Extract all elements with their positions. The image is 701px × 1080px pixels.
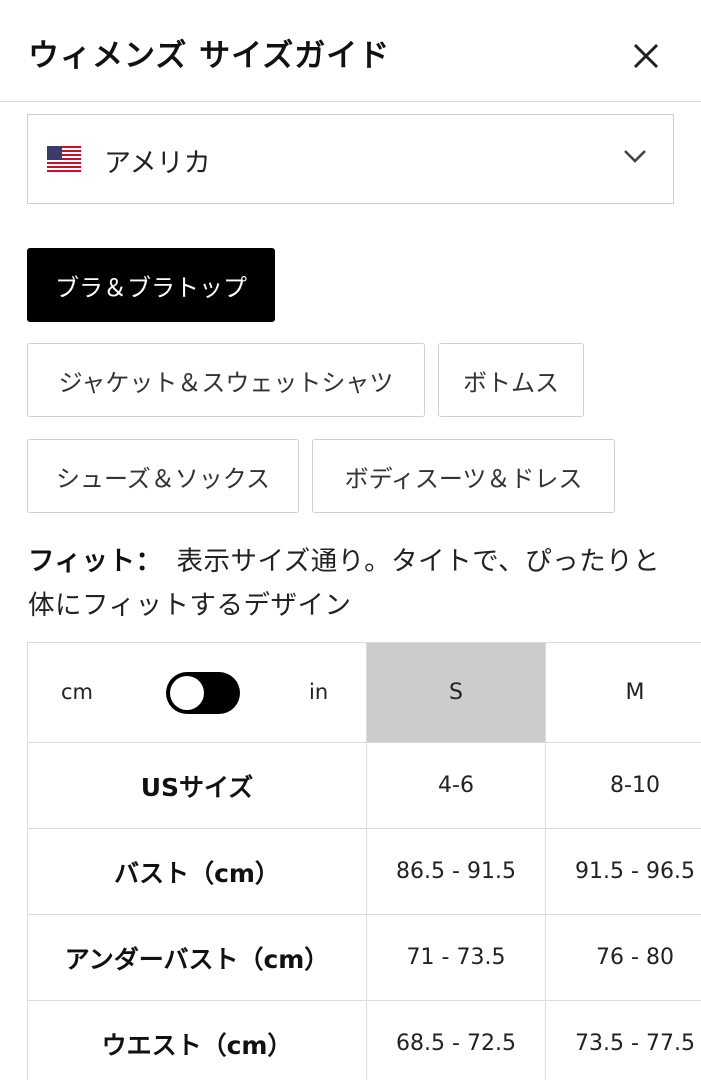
size-header-m[interactable]: M <box>546 643 701 743</box>
row-label-bust: バスト（cm） <box>28 829 367 915</box>
fit-description: フィット： 表示サイズ通り。タイトで、ぴったりと体にフィットするデザイン <box>28 540 678 628</box>
row-label-us-size: USサイズ <box>28 743 367 829</box>
close-button[interactable] <box>626 36 666 76</box>
page-title: ウィメンズ サイズガイド <box>28 38 391 74</box>
table-cell: 91.5 - 96.5 <box>546 829 701 915</box>
size-table: cm in S M USサイズ 4-6 8-10 バスト（cm） 86.5 - … <box>27 642 701 1080</box>
table-cell: 71 - 73.5 <box>367 915 546 1001</box>
category-bodysuit-button[interactable]: ボディスーツ＆ドレス <box>312 439 615 513</box>
table-cell: 8-10 <box>546 743 701 829</box>
table-cell: 68.5 - 72.5 <box>367 1001 546 1080</box>
size-header-s[interactable]: S <box>367 643 546 743</box>
category-bra-button[interactable]: ブラ＆ブラトップ <box>27 248 275 322</box>
row-label-waist: ウエスト（cm） <box>28 1001 367 1080</box>
toggle-knob <box>170 676 204 710</box>
row-label-underbust: アンダーバスト（cm） <box>28 915 367 1001</box>
us-flag-icon <box>47 146 81 172</box>
unit-toggle[interactable] <box>166 672 240 714</box>
country-select-value: アメリカ <box>104 148 211 179</box>
table-cell: 76 - 80 <box>546 915 701 1001</box>
fit-label: フィット： <box>28 546 163 577</box>
unit-toggle-cell: cm in <box>28 643 367 743</box>
category-bottoms-button[interactable]: ボトムス <box>438 343 584 417</box>
category-shoes-button[interactable]: シューズ＆ソックス <box>27 439 299 513</box>
chevron-down-icon <box>624 150 646 163</box>
unit-in-label: in <box>309 680 329 704</box>
modal-header: ウィメンズ サイズガイド <box>0 0 701 102</box>
table-cell: 73.5 - 77.5 <box>546 1001 701 1080</box>
country-select[interactable]: アメリカ <box>27 114 674 204</box>
table-cell: 4-6 <box>367 743 546 829</box>
category-jacket-button[interactable]: ジャケット＆スウェットシャツ <box>27 343 425 417</box>
table-cell: 86.5 - 91.5 <box>367 829 546 915</box>
unit-cm-label: cm <box>61 680 94 704</box>
close-icon <box>633 43 659 69</box>
